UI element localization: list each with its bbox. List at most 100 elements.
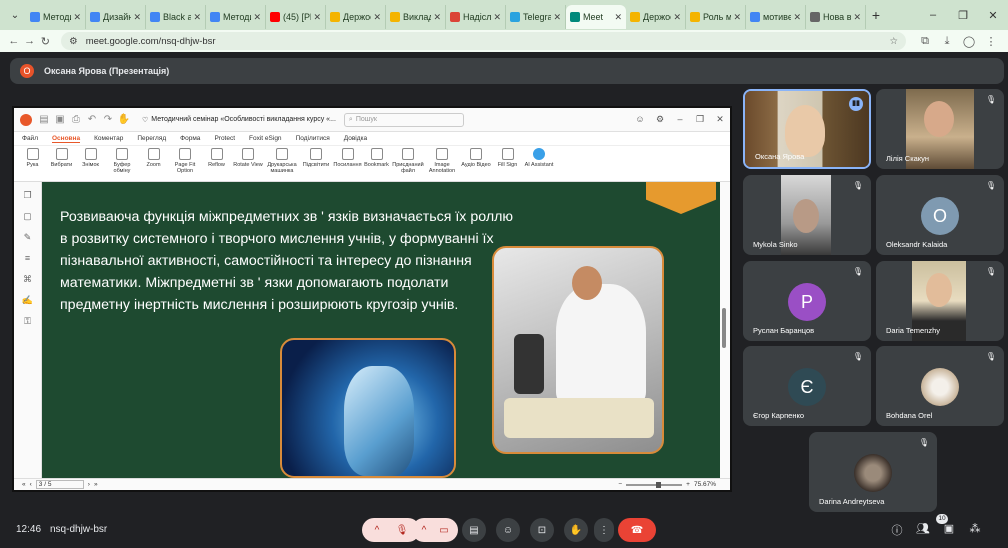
ribbon-button[interactable]: Zoom: [139, 148, 168, 168]
ribbon-button[interactable]: Посилання: [333, 148, 362, 168]
ribbon-button[interactable]: Image Annotation: [425, 148, 459, 174]
reactions-button[interactable]: ☺: [496, 518, 520, 542]
tab-close-icon[interactable]: ✕: [793, 12, 801, 23]
site-info-icon[interactable]: ⚙: [69, 36, 78, 47]
browser-tab[interactable]: Викладі✕: [386, 5, 446, 29]
foxit-menu-item[interactable]: Protect: [214, 135, 235, 142]
leave-call-button[interactable]: ☎: [618, 518, 656, 542]
ribbon-button[interactable]: Fill Sign: [493, 148, 522, 168]
participant-tile-daria[interactable]: 🎙︎ Daria Temenzhy: [876, 261, 1004, 341]
undo-icon[interactable]: ↶: [84, 114, 100, 125]
participant-tile-bohdana[interactable]: 🎙︎ Bohdana Orel: [876, 346, 1004, 426]
browser-tab[interactable]: Telegram✕: [506, 5, 566, 29]
tab-search-icon[interactable]: ⌄: [4, 4, 26, 26]
ribbon-button[interactable]: Знімок: [76, 148, 105, 168]
tab-close-icon[interactable]: ✕: [433, 12, 441, 23]
foxit-menu-item[interactable]: Перегляд: [137, 135, 166, 142]
browser-tab[interactable]: Meet ✕: [566, 5, 626, 29]
first-page-icon[interactable]: «: [22, 481, 26, 488]
mic-options-chevron-icon[interactable]: ^: [366, 525, 388, 536]
browser-tab[interactable]: Дизайн ✕: [86, 5, 146, 29]
people-icon[interactable]: 👥︎: [910, 522, 936, 538]
print-icon[interactable]: ⎙: [68, 114, 84, 125]
browser-tab[interactable]: Методи ✕: [26, 5, 86, 29]
pages-panel-icon[interactable]: ▢: [22, 211, 34, 223]
browser-tab[interactable]: Black an✕: [146, 5, 206, 29]
activities-icon[interactable]: ⁂: [962, 522, 988, 538]
ribbon-button[interactable]: Підсвітити: [299, 148, 333, 168]
zoom-slider-thumb[interactable]: [656, 481, 662, 488]
tab-close-icon[interactable]: ✕: [373, 12, 381, 23]
foxit-menu-item[interactable]: Довідка: [344, 135, 367, 142]
foxit-maximize-icon[interactable]: ❐: [690, 114, 710, 125]
ribbon-button[interactable]: Page Fit Option: [168, 148, 202, 174]
foxit-menu-item[interactable]: Foxit eSign: [249, 135, 282, 142]
prev-page-icon[interactable]: ‹: [30, 481, 32, 488]
browser-tab[interactable]: Надісло✕: [446, 5, 506, 29]
ribbon-button[interactable]: Приєднаний файл: [391, 148, 425, 174]
tab-close-icon[interactable]: ✕: [253, 12, 261, 23]
page-number-input[interactable]: 3 / 5: [35, 480, 84, 489]
captions-button[interactable]: ▤: [462, 518, 486, 542]
foxit-settings-icon[interactable]: ⚙: [650, 114, 670, 125]
minimize-icon[interactable]: –: [918, 9, 948, 21]
foxit-search-input[interactable]: ⌕ Пошук: [343, 112, 464, 127]
tab-close-icon[interactable]: ✕: [853, 12, 861, 23]
tab-close-icon[interactable]: ✕: [614, 12, 622, 23]
present-button[interactable]: ⊡: [530, 518, 554, 542]
bookmarks-panel-icon[interactable]: ❐: [22, 190, 34, 202]
foxit-menu-item[interactable]: Форма: [180, 135, 200, 142]
chat-icon[interactable]: ▣: [936, 522, 962, 538]
participant-tile-liliia[interactable]: 🎙︎ Лілія Скакун: [876, 89, 1004, 169]
tab-close-icon[interactable]: ✕: [493, 12, 501, 23]
participant-tile-darina[interactable]: 🎙︎ Darina Andreytseva: [809, 432, 937, 512]
new-tab-button[interactable]: +: [866, 7, 886, 23]
ribbon-button[interactable]: Аудіо Відео: [459, 148, 493, 168]
back-icon[interactable]: ←: [6, 35, 22, 47]
save-icon[interactable]: ▣: [52, 114, 68, 125]
browser-tab[interactable]: Держос✕: [326, 5, 386, 29]
maximize-icon[interactable]: ❐: [948, 9, 978, 22]
browser-tab[interactable]: мотиве ✕: [746, 5, 806, 29]
ribbon-button[interactable]: Bookmark: [362, 148, 391, 168]
browser-tab[interactable]: Держос✕: [626, 5, 686, 29]
next-page-icon[interactable]: ›: [88, 481, 90, 488]
tab-close-icon[interactable]: ✕: [313, 12, 321, 23]
download-icon[interactable]: ⤓: [936, 35, 958, 48]
comments-panel-icon[interactable]: ✎: [22, 232, 34, 244]
tab-close-icon[interactable]: ✕: [133, 12, 141, 23]
tab-close-icon[interactable]: ✕: [673, 12, 681, 23]
tab-close-icon[interactable]: ✕: [193, 12, 201, 23]
reload-icon[interactable]: ↻: [37, 35, 53, 48]
ribbon-button[interactable]: AI Assistant: [522, 148, 556, 168]
participant-tile-oksana[interactable]: ▮▮ Оксана Ярова: [743, 89, 871, 169]
browser-menu-icon[interactable]: ⋮: [980, 35, 1002, 48]
tab-close-icon[interactable]: ✕: [553, 12, 561, 23]
meeting-info-icon[interactable]: ⓘ: [884, 522, 910, 538]
participant-tile-oleksandr[interactable]: O 🎙︎ Oleksandr Kalaida: [876, 175, 1004, 255]
zoom-in-icon[interactable]: +: [686, 481, 690, 488]
foxit-menu-item[interactable]: Коментар: [94, 135, 123, 142]
tab-close-icon[interactable]: ✕: [733, 12, 741, 23]
ribbon-button[interactable]: Rotate View: [231, 148, 265, 168]
attachments-panel-icon[interactable]: ⌘: [22, 274, 34, 286]
foxit-minimize-icon[interactable]: –: [670, 114, 690, 125]
forward-icon[interactable]: →: [22, 35, 38, 47]
more-options-button[interactable]: ⋮: [594, 518, 614, 542]
security-panel-icon[interactable]: ⚿: [22, 316, 34, 328]
camera-off-icon[interactable]: ▭: [433, 525, 455, 536]
ribbon-button[interactable]: Вибрати: [47, 148, 76, 168]
ribbon-button[interactable]: Друкарська машинка: [265, 148, 299, 174]
browser-tab[interactable]: Роль м ✕: [686, 5, 746, 29]
ribbon-button[interactable]: Reflow: [202, 148, 231, 168]
redo-icon[interactable]: ↷: [100, 114, 116, 125]
foxit-account-icon[interactable]: ☺: [630, 114, 650, 125]
ribbon-button[interactable]: Рука: [18, 148, 47, 168]
open-icon[interactable]: ▤: [36, 114, 52, 125]
participant-tile-mykola[interactable]: 🎙︎ Mykola Sinko: [743, 175, 871, 255]
ribbon-button[interactable]: Буфер обміну: [105, 148, 139, 174]
raise-hand-button[interactable]: ✋: [564, 518, 588, 542]
foxit-scrollbar[interactable]: [720, 182, 730, 478]
browser-tab[interactable]: (45) [Pla✕: [266, 5, 326, 29]
bookmark-star-icon[interactable]: ☆: [889, 36, 898, 47]
